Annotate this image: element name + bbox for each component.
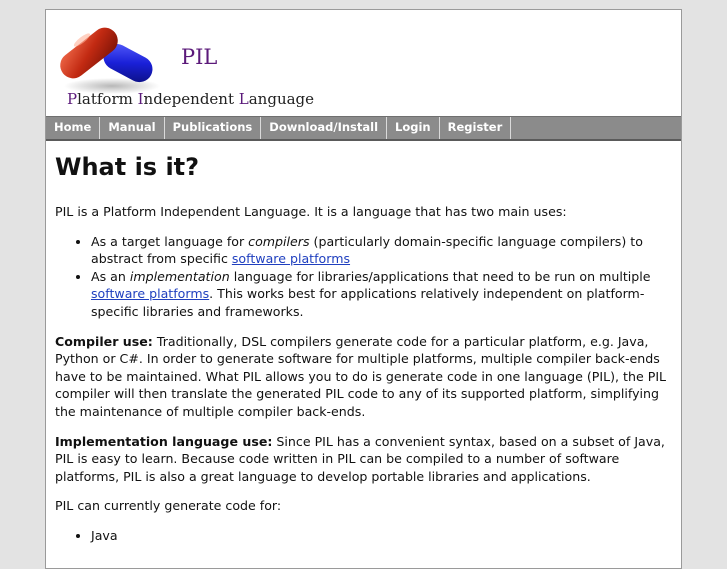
page-container: PIL Platform Independent Language Home M… (45, 9, 682, 569)
site-header: PIL Platform Independent Language (46, 10, 681, 117)
main-nav: Home Manual Publications Download/Instal… (46, 116, 681, 141)
nav-publications[interactable]: Publications (165, 117, 262, 139)
nav-home[interactable]: Home (46, 117, 101, 139)
compiler-use-paragraph: Compiler use: Traditionally, DSL compile… (55, 333, 667, 419)
main-content: What is it? PIL is a Platform Independen… (55, 152, 673, 557)
list-item: As an implementation language for librar… (91, 268, 673, 321)
software-platforms-link[interactable]: software platforms (232, 251, 350, 266)
implementation-use-label: Implementation language use: (55, 433, 273, 449)
page-title: What is it? (55, 153, 200, 181)
nav-download-install[interactable]: Download/Install (261, 117, 388, 139)
pill-logo[interactable] (54, 18, 164, 96)
platforms-list: Java (55, 527, 673, 545)
nav-login[interactable]: Login (387, 117, 440, 139)
site-long-title: Platform Independent Language (67, 90, 315, 108)
platforms-intro: PIL can currently generate code for: (55, 498, 282, 514)
software-platforms-link[interactable]: software platforms (91, 286, 209, 301)
compiler-use-label: Compiler use: (55, 333, 153, 349)
implementation-use-paragraph: Implementation language use: Since PIL h… (55, 433, 665, 484)
intro-paragraph: PIL is a Platform Independent Language. … (55, 204, 567, 219)
uses-list: As a target language for compilers (part… (55, 233, 673, 321)
list-item: Java (91, 527, 673, 545)
nav-manual[interactable]: Manual (100, 117, 165, 139)
list-item: As a target language for compilers (part… (91, 233, 673, 268)
nav-register[interactable]: Register (440, 117, 512, 139)
site-short-title: PIL (181, 45, 218, 69)
